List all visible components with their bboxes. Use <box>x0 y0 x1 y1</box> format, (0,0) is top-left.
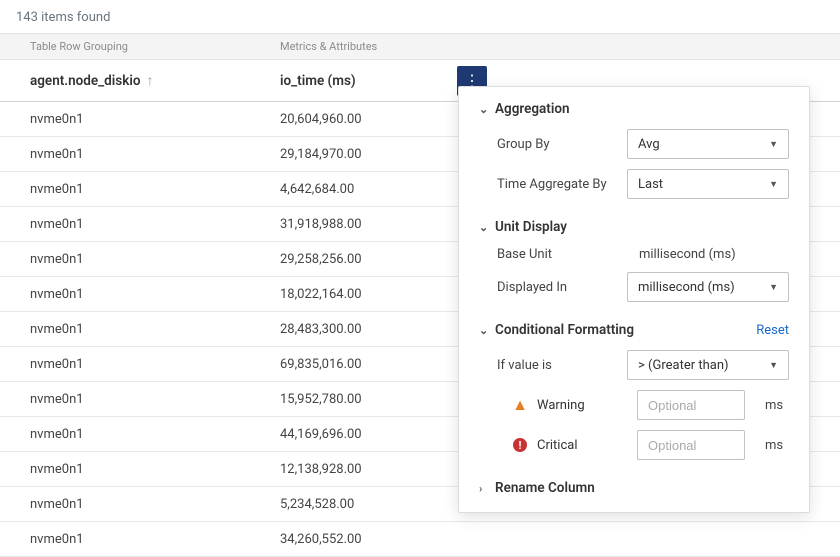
warning-icon: ▲ <box>513 395 527 415</box>
chevron-down-icon: ⌄ <box>479 221 489 234</box>
group-cell: nvme0n1 <box>0 147 260 162</box>
base-unit-label: Base Unit <box>497 247 627 262</box>
column-header-group[interactable]: agent.node_diskio ↑ <box>0 72 260 89</box>
critical-icon: ! <box>513 438 527 452</box>
time-agg-value: Last <box>638 177 663 192</box>
column-header-metric-label: io_time (ms) <box>280 73 356 89</box>
time-agg-select[interactable]: Last ▼ <box>627 169 789 199</box>
section-rename[interactable]: › Rename Column <box>479 480 789 496</box>
warning-label: Warning <box>537 398 627 413</box>
critical-unit: ms <box>765 438 783 453</box>
group-by-select[interactable]: Avg ▼ <box>627 129 789 159</box>
base-unit-value: millisecond (ms) <box>627 247 789 262</box>
comparator-select[interactable]: > (Greater than) ▼ <box>627 350 789 380</box>
header-section-metrics: Metrics & Attributes <box>260 40 840 53</box>
group-cell: nvme0n1 <box>0 462 260 477</box>
section-aggregation-label: Aggregation <box>495 101 570 117</box>
group-cell: nvme0n1 <box>0 217 260 232</box>
header-section-grouping: Table Row Grouping <box>0 40 260 53</box>
critical-input[interactable] <box>637 430 745 460</box>
displayed-in-label: Displayed In <box>497 280 627 295</box>
caret-down-icon: ▼ <box>769 282 778 293</box>
group-cell: nvme0n1 <box>0 392 260 407</box>
displayed-in-select[interactable]: millisecond (ms) ▼ <box>627 272 789 302</box>
section-unit-display[interactable]: ⌄ Unit Display <box>479 219 789 235</box>
section-aggregation[interactable]: ⌄ Aggregation <box>479 101 789 117</box>
column-header-group-label: agent.node_diskio <box>30 73 141 89</box>
time-agg-label: Time Aggregate By <box>497 177 627 192</box>
sort-asc-icon: ↑ <box>147 72 154 89</box>
group-by-label: Group By <box>497 137 627 152</box>
group-cell: nvme0n1 <box>0 252 260 267</box>
section-rename-label: Rename Column <box>495 480 595 496</box>
items-found: 143 items found <box>0 0 840 33</box>
critical-label: Critical <box>537 438 627 453</box>
caret-down-icon: ▼ <box>769 179 778 190</box>
group-by-value: Avg <box>638 137 660 152</box>
group-cell: nvme0n1 <box>0 532 260 547</box>
warning-unit: ms <box>765 398 783 413</box>
reset-link[interactable]: Reset <box>756 323 789 338</box>
displayed-in-value: millisecond (ms) <box>638 280 735 295</box>
header-group-band: Table Row Grouping Metrics & Attributes <box>0 33 840 60</box>
if-value-label: If value is <box>497 358 627 373</box>
group-cell: nvme0n1 <box>0 357 260 372</box>
warning-input[interactable] <box>637 390 745 420</box>
group-cell: nvme0n1 <box>0 497 260 512</box>
group-cell: nvme0n1 <box>0 182 260 197</box>
group-cell: nvme0n1 <box>0 112 260 127</box>
group-cell: nvme0n1 <box>0 427 260 442</box>
comparator-value: > (Greater than) <box>638 358 729 373</box>
section-conditional-label: Conditional Formatting <box>495 322 634 338</box>
caret-down-icon: ▼ <box>769 360 778 371</box>
column-settings-popover: ⌄ Aggregation Group By Avg ▼ Time Aggreg… <box>458 86 810 513</box>
group-cell: nvme0n1 <box>0 322 260 337</box>
chevron-down-icon: ⌄ <box>479 103 489 116</box>
table-row[interactable]: nvme0n134,260,552.00 <box>0 522 840 557</box>
section-conditional[interactable]: ⌄ Conditional Formatting Reset <box>479 322 789 338</box>
caret-down-icon: ▼ <box>769 139 778 150</box>
section-unit-display-label: Unit Display <box>495 219 567 235</box>
chevron-right-icon: › <box>479 482 489 495</box>
group-cell: nvme0n1 <box>0 287 260 302</box>
chevron-down-icon: ⌄ <box>479 324 489 337</box>
value-cell: 34,260,552.00 <box>260 532 840 547</box>
